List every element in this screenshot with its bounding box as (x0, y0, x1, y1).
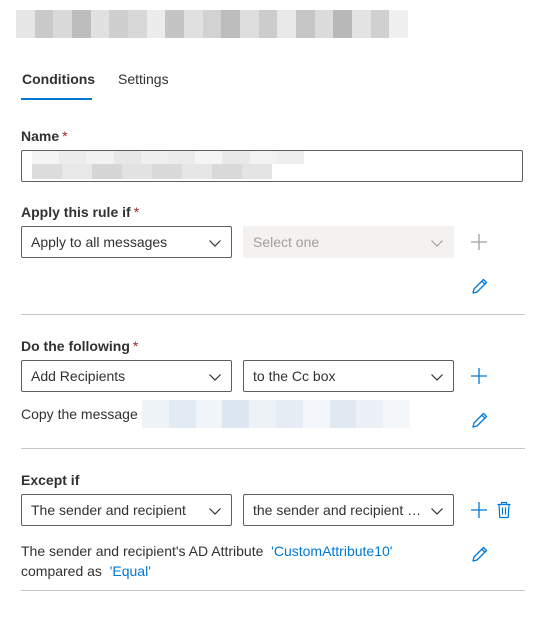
exception-description: The sender and recipient's AD Attribute … (21, 541, 392, 581)
redacted-action-recipient (142, 400, 410, 428)
section-divider (21, 590, 525, 591)
chevron-down-icon (209, 508, 221, 515)
custom-attribute-link[interactable]: 'CustomAttribute10' (271, 543, 392, 559)
apply-subcondition-dropdown: Select one (243, 226, 454, 258)
name-input[interactable] (21, 150, 523, 182)
name-label: Name * (21, 128, 68, 144)
exception-compare-text: compared as (21, 563, 102, 579)
pencil-icon (472, 278, 488, 294)
exception-attribute-text: The sender and recipient's AD Attribute (21, 543, 264, 559)
exception-value: The sender and recipient (31, 502, 186, 518)
apply-rule-label-text: Apply this rule if (21, 204, 131, 220)
active-tab-indicator (21, 98, 92, 100)
section-divider (21, 314, 525, 315)
required-mark: * (62, 128, 68, 144)
edit-condition-button[interactable] (470, 276, 490, 296)
apply-condition-value: Apply to all messages (31, 234, 168, 250)
action-value: Add Recipients (31, 368, 126, 384)
add-action-button[interactable] (469, 366, 489, 386)
add-exception-button[interactable] (469, 500, 489, 520)
required-mark: * (133, 204, 140, 220)
chevron-down-icon (209, 240, 221, 247)
action-target-value: to the Cc box (253, 368, 336, 384)
pencil-icon (472, 546, 488, 562)
exception-description-line2: compared as 'Equal' (21, 561, 392, 581)
action-target-dropdown[interactable]: to the Cc box (243, 360, 454, 392)
except-if-label: Except if (21, 472, 80, 488)
required-mark: * (132, 338, 139, 354)
redacted-page-title (16, 10, 409, 38)
do-following-label-text: Do the following (21, 338, 130, 354)
edit-action-button[interactable] (470, 410, 490, 430)
compare-operator-link[interactable]: 'Equal' (110, 563, 151, 579)
exception-description-line1: The sender and recipient's AD Attribute … (21, 541, 392, 561)
apply-subcondition-placeholder: Select one (253, 234, 320, 250)
plus-icon (471, 234, 487, 250)
exception-detail-value: the sender and recipient p... (253, 502, 425, 518)
chevron-down-icon (209, 374, 221, 381)
pencil-icon (472, 412, 488, 428)
do-following-label: Do the following * (21, 338, 138, 354)
redacted-name-row1 (32, 151, 305, 164)
chevron-down-icon (431, 508, 443, 515)
trash-icon (497, 501, 511, 519)
plus-icon (471, 502, 487, 518)
action-dropdown[interactable]: Add Recipients (21, 360, 232, 392)
name-label-text: Name (21, 128, 60, 144)
exception-dropdown[interactable]: The sender and recipient (21, 494, 232, 526)
edit-exception-button[interactable] (470, 544, 490, 564)
action-description: Copy the message t (21, 406, 146, 422)
add-condition-button[interactable] (469, 232, 489, 252)
chevron-down-icon (431, 374, 443, 381)
plus-icon (471, 368, 487, 384)
delete-exception-button[interactable] (494, 500, 514, 520)
tab-settings[interactable]: Settings (118, 71, 169, 87)
apply-rule-label: Apply this rule if * (21, 204, 139, 220)
tab-conditions[interactable]: Conditions (22, 71, 95, 87)
apply-condition-dropdown[interactable]: Apply to all messages (21, 226, 232, 258)
chevron-down-icon (431, 240, 443, 247)
section-divider (21, 448, 525, 449)
exception-detail-dropdown[interactable]: the sender and recipient p... (243, 494, 454, 526)
redacted-name-row2 (32, 164, 272, 179)
